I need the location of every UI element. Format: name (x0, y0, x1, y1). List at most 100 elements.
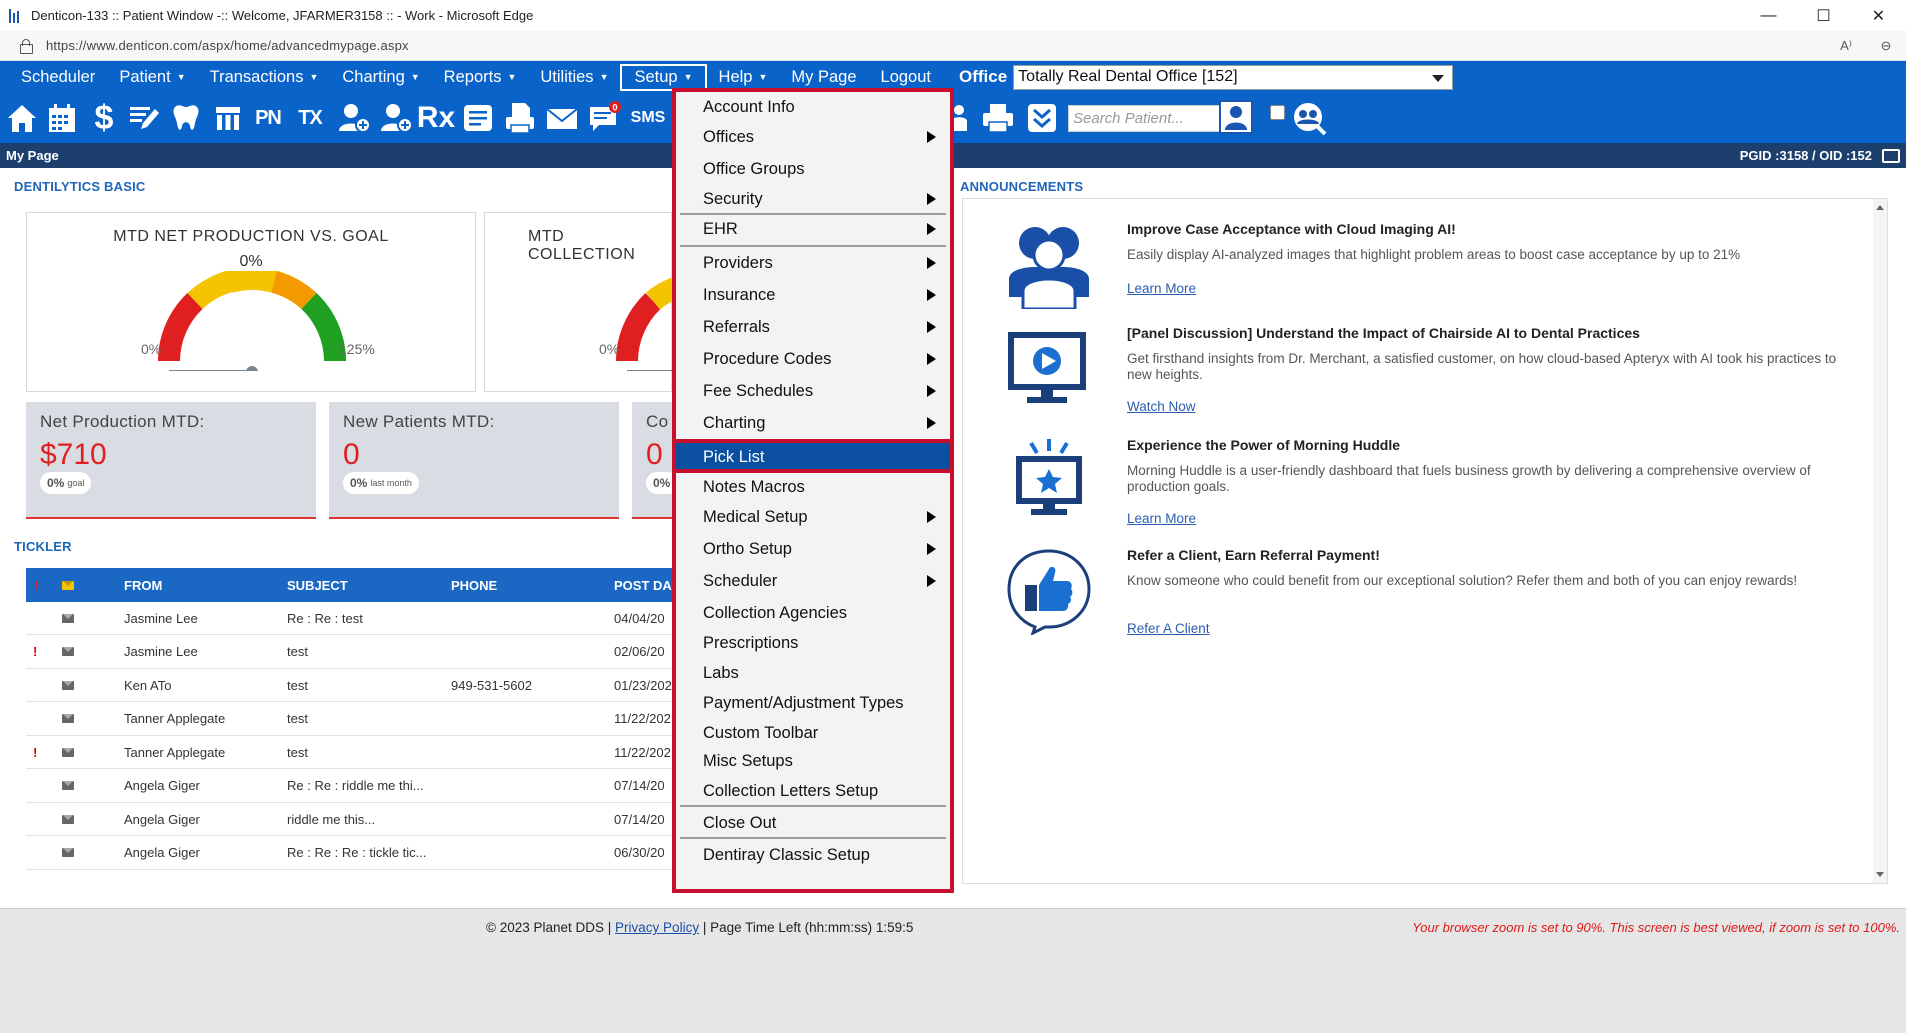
maximize-icon[interactable]: ☐ (1796, 0, 1851, 31)
announcements-scrollbar[interactable] (1873, 199, 1887, 883)
setup-menu-ortho-setup[interactable]: Ortho Setup (676, 534, 950, 564)
tooth-icon[interactable] (168, 99, 204, 137)
url-field[interactable]: https://www.denticon.com/aspx/home/advan… (46, 38, 1826, 53)
menu-reports[interactable]: Reports ▼ (432, 63, 529, 91)
print-icon[interactable] (1882, 148, 1900, 163)
setup-menu-prescriptions[interactable]: Prescriptions (676, 628, 950, 658)
setup-menu-notes-macros[interactable]: Notes Macros (676, 472, 950, 502)
read-aloud-icon[interactable]: A⁾ (1826, 38, 1866, 54)
col-post-date[interactable]: POST DA (614, 568, 672, 602)
setup-menu-collection-agencies[interactable]: Collection Agencies (676, 598, 950, 628)
setup-menu-charting[interactable]: Charting (676, 408, 950, 438)
setup-menu-security[interactable]: Security (676, 184, 950, 214)
zoom-icon[interactable]: ⊖ (1866, 38, 1906, 54)
pn-icon[interactable]: PN (250, 99, 286, 137)
setup-menu-office-groups[interactable]: Office Groups (676, 154, 950, 184)
menu-patient[interactable]: Patient ▼ (107, 63, 197, 91)
setup-menu-close-out[interactable]: Close Out (676, 808, 950, 838)
denture-icon[interactable] (210, 99, 246, 137)
privacy-policy-link[interactable]: Privacy Policy (615, 920, 699, 935)
minimize-icon[interactable]: — (1741, 0, 1796, 31)
table-row[interactable]: ! Jasmine Lee test 02/06/20 (26, 636, 676, 669)
submenu-arrow-icon (927, 321, 936, 333)
setup-menu-custom-toolbar[interactable]: Custom Toolbar (676, 718, 950, 748)
setup-menu-insurance[interactable]: Insurance (676, 280, 950, 310)
dropdown-arrow-icon (1432, 74, 1445, 82)
print-doc-icon[interactable] (502, 99, 538, 137)
watch-now-link[interactable]: Watch Now (1127, 399, 1196, 414)
menu-charting[interactable]: Charting ▼ (330, 63, 431, 91)
dollar-icon[interactable]: $ (86, 99, 122, 137)
sms-icon[interactable]: SMS (628, 99, 668, 137)
cell-from: Angela Giger (124, 778, 200, 793)
home-icon[interactable] (4, 99, 40, 137)
printer-icon[interactable] (980, 99, 1016, 137)
table-row[interactable]: ! Tanner Applegate test 11/22/202 (26, 736, 676, 769)
setup-menu-misc-setups[interactable]: Misc Setups (676, 746, 950, 776)
video-monitor-icon (1008, 332, 1086, 403)
table-row[interactable]: Ken ATo test 949-531-5602 01/23/202 (26, 669, 676, 702)
submenu-arrow-icon (927, 289, 936, 301)
patient-search-icon[interactable] (1218, 98, 1254, 136)
message-icon[interactable]: 0 (586, 99, 622, 137)
col-mail[interactable] (62, 568, 74, 602)
mail-icon[interactable] (544, 99, 580, 137)
cell-subject: Re : Re : test (287, 610, 363, 626)
group-search-icon[interactable] (1292, 100, 1328, 138)
lock-icon[interactable] (20, 38, 33, 54)
setup-menu-collection-letters-setup[interactable]: Collection Letters Setup (676, 776, 950, 806)
table-row[interactable]: Tanner Applegate test 11/22/202 (26, 703, 676, 736)
setup-menu-offices[interactable]: Offices (676, 122, 950, 152)
chevron-down-icon[interactable] (1024, 99, 1060, 137)
table-row[interactable]: Jasmine Lee Re : Re : Re : Re : 06/28/20 (26, 870, 676, 882)
rx-icon[interactable]: Rx (417, 99, 455, 137)
toolbar-checkbox[interactable] (1270, 105, 1285, 120)
menu-utilities[interactable]: Utilities ▼ (528, 63, 620, 91)
learn-more-link[interactable]: Learn More (1127, 281, 1196, 296)
calendar-icon[interactable] (44, 99, 80, 137)
setup-menu-referrals[interactable]: Referrals (676, 312, 950, 342)
table-row[interactable]: Angela Giger Re : Re : riddle me thi... 07… (26, 770, 676, 803)
announcement-body: Get firsthand insights from Dr. Merchant… (1127, 351, 1837, 382)
setup-menu-procedure-codes[interactable]: Procedure Codes (676, 344, 950, 374)
refer-client-link[interactable]: Refer A Client (1127, 621, 1210, 636)
col-phone[interactable]: PHONE (451, 568, 497, 602)
setup-menu-providers[interactable]: Providers (676, 248, 950, 278)
menu-my-page[interactable]: My Page (779, 63, 868, 91)
add-patient-icon[interactable] (336, 99, 372, 137)
setup-menu-account-info[interactable]: Account Info (676, 92, 950, 122)
col-from[interactable]: FROM (124, 568, 162, 602)
col-subject[interactable]: SUBJECT (287, 568, 348, 602)
table-row[interactable]: Angela Giger riddle me this... 07/14/20 (26, 803, 676, 836)
stat-value: 0 (646, 438, 663, 471)
setup-menu-dentiray-classic-setup[interactable]: Dentiray Classic Setup (676, 840, 950, 870)
search-patient-input[interactable]: Search Patient... (1068, 105, 1220, 132)
add-provider-icon[interactable] (378, 99, 414, 137)
setup-menu-scheduler[interactable]: Scheduler (676, 566, 950, 596)
stat-label: Net Production MTD: (40, 412, 205, 431)
table-row[interactable]: Angela Giger Re : Re : Re : tickle tic...… (26, 837, 676, 870)
menu-scheduler[interactable]: Scheduler (0, 63, 107, 91)
setup-menu-pick-list[interactable]: Pick List (676, 442, 950, 472)
cell-from: Tanner Applegate (124, 711, 226, 726)
learn-more-link[interactable]: Learn More (1127, 511, 1196, 526)
setup-menu-fee-schedules[interactable]: Fee Schedules (676, 376, 950, 406)
menu-logout[interactable]: Logout (869, 63, 943, 91)
menu-transactions[interactable]: Transactions ▼ (198, 63, 331, 91)
cell-subject: test (287, 677, 308, 693)
table-row[interactable]: Jasmine Lee Re : Re : test 04/04/20 (26, 602, 676, 635)
close-icon[interactable]: ✕ (1851, 0, 1906, 31)
setup-menu-labs[interactable]: Labs (676, 658, 950, 688)
submenu-arrow-icon (927, 511, 936, 523)
tx-icon[interactable]: TX (292, 99, 328, 137)
setup-menu-ehr[interactable]: EHR (676, 214, 950, 244)
office-select[interactable]: Totally Real Dental Office [152] (1013, 64, 1454, 90)
setup-menu-payment-adjustment-types[interactable]: Payment/Adjustment Types (676, 688, 950, 718)
menu-setup[interactable]: Setup ▼ (620, 63, 707, 91)
col-priority[interactable]: ! (34, 568, 38, 602)
menu-help[interactable]: Help ▼ (707, 63, 780, 91)
setup-menu-medical-setup[interactable]: Medical Setup (676, 502, 950, 532)
notes-icon[interactable] (460, 99, 496, 137)
edit-icon[interactable] (126, 99, 162, 137)
gauge-card-production: MTD NET PRODUCTION VS. GOAL 0% 0% 125% (26, 212, 476, 392)
